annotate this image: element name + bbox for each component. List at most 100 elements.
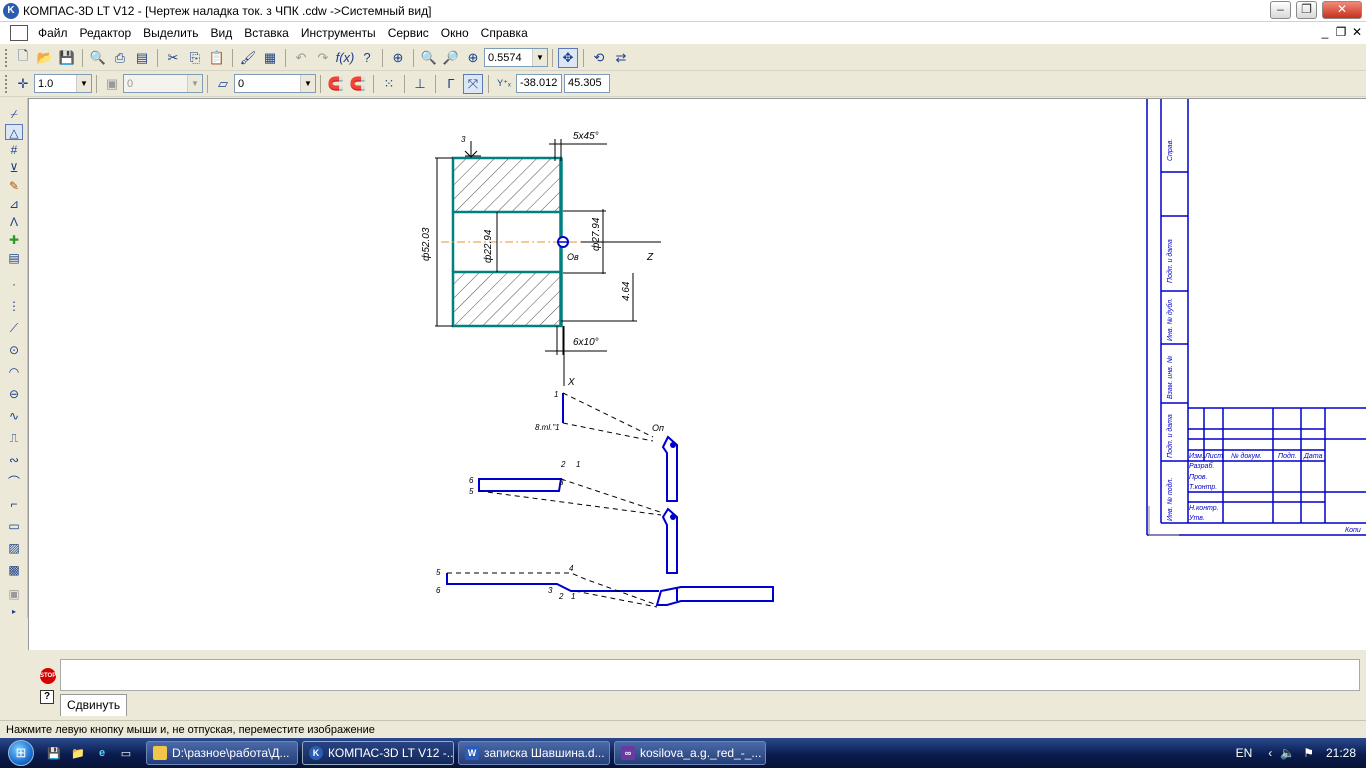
clock[interactable]: 21:28: [1326, 746, 1356, 760]
tray-expand-icon[interactable]: ‹: [1268, 746, 1272, 760]
symbols-panel-icon[interactable]: #: [5, 142, 23, 158]
copy-icon[interactable]: ⎘: [185, 48, 205, 68]
rectangle-icon[interactable]: ▭: [5, 518, 23, 534]
bezier-icon[interactable]: ∾: [5, 452, 23, 468]
menu-help[interactable]: Справка: [475, 26, 534, 40]
snap-local-icon[interactable]: 🧲: [348, 74, 368, 94]
format-painter-icon[interactable]: 🖌: [238, 48, 258, 68]
layers-icon[interactable]: ▱: [213, 74, 233, 94]
hatch-icon[interactable]: ▨: [5, 540, 23, 556]
ellipse-icon[interactable]: ⊖: [5, 386, 23, 402]
minimize-button[interactable]: –: [1270, 1, 1291, 19]
zoom-out-icon[interactable]: ⊕: [463, 48, 483, 68]
round-icon[interactable]: ⤧: [463, 73, 483, 94]
menu-service[interactable]: Сервис: [382, 26, 435, 40]
open-icon[interactable]: 📂: [35, 48, 55, 68]
zoom-all-icon[interactable]: 🔍: [419, 48, 439, 68]
fill-icon[interactable]: ▩: [5, 562, 23, 578]
function-icon[interactable]: f(x): [335, 48, 355, 68]
manager-icon[interactable]: ▤: [132, 48, 152, 68]
polyline-icon[interactable]: ⎍: [5, 430, 23, 446]
select-panel-icon[interactable]: Λ: [5, 214, 23, 230]
new-document-icon[interactable]: 🗋: [13, 48, 33, 68]
drawing-canvas[interactable]: 5x45° 6x10° ф52.03 ф22.94 ф27.94 4.64 Oв…: [28, 98, 1366, 650]
paste-icon[interactable]: 📋: [207, 48, 227, 68]
task-vs[interactable]: ∞ kosilova_a.g._red_-_...: [614, 741, 766, 765]
macro-icon[interactable]: ▣: [5, 586, 23, 602]
dimensions-panel-icon[interactable]: △: [5, 124, 23, 140]
menu-select[interactable]: Выделить: [137, 26, 204, 40]
circle-icon[interactable]: ⊙: [5, 342, 23, 358]
doc-close-button[interactable]: ✕: [1350, 25, 1364, 39]
task-kompas[interactable]: K КОМПАС-3D LT V12 -...: [302, 741, 454, 765]
arc-icon[interactable]: ◠: [5, 364, 23, 380]
redraw-icon[interactable]: ⇄: [611, 48, 631, 68]
folder-icon[interactable]: 📁: [67, 742, 89, 764]
start-button[interactable]: ⊞: [0, 738, 42, 768]
flag-icon[interactable]: ⚑: [1303, 746, 1314, 760]
tb-approved: Утв.: [1188, 515, 1205, 522]
segment-icon[interactable]: ⟋: [5, 320, 23, 336]
y-coordinate-field[interactable]: 45.305: [564, 74, 610, 93]
geometry-panel-icon[interactable]: ⌿: [5, 106, 23, 122]
stop-icon[interactable]: STOP: [40, 668, 56, 684]
print-preview-icon[interactable]: 🔍: [88, 48, 108, 68]
chamfer-icon[interactable]: ⌐: [5, 496, 23, 512]
zoom-window-icon[interactable]: ⊕: [388, 48, 408, 68]
tab-shift[interactable]: Сдвинуть: [60, 694, 128, 716]
document-icon[interactable]: [10, 25, 28, 41]
save-icon[interactable]: 💾: [57, 48, 77, 68]
close-button[interactable]: ✕: [1322, 1, 1362, 19]
total-commander-icon[interactable]: 💾: [43, 742, 65, 764]
restore-button[interactable]: ❐: [1296, 1, 1317, 19]
show-desktop-icon[interactable]: ▭: [115, 742, 137, 764]
x-coordinate-field[interactable]: -38.012: [516, 74, 562, 93]
menu-view[interactable]: Вид: [205, 26, 239, 40]
zoom-in-icon[interactable]: 🔎: [441, 48, 461, 68]
grid-icon[interactable]: ⁙: [379, 74, 399, 94]
toolbar-grip[interactable]: [5, 48, 8, 67]
parametrization-panel-icon[interactable]: ✎: [5, 178, 23, 194]
menu-edit[interactable]: Редактор: [74, 26, 138, 40]
menu-window[interactable]: Окно: [435, 26, 475, 40]
language-indicator[interactable]: EN: [1236, 746, 1253, 760]
redo-icon[interactable]: ↷: [313, 48, 333, 68]
layer-state-combo[interactable]: 0 ▼: [123, 74, 203, 93]
menu-tools[interactable]: Инструменты: [295, 26, 382, 40]
kompas-logo-icon: K: [3, 2, 19, 19]
pan-icon[interactable]: ✥: [558, 47, 578, 68]
menu-file[interactable]: Файл: [32, 26, 74, 40]
more-icon[interactable]: ▸: [5, 604, 23, 620]
help-pointer-icon[interactable]: ?: [357, 48, 377, 68]
reports-panel-icon[interactable]: ▤: [5, 250, 23, 266]
aux-line-icon[interactable]: ⋮: [5, 298, 23, 314]
zoom-combo[interactable]: 0.5574 ▼: [484, 48, 548, 67]
snap-icon[interactable]: 🧲: [326, 74, 346, 94]
visual-studio-icon: ∞: [621, 746, 635, 760]
spec-panel-icon[interactable]: ✚: [5, 232, 23, 248]
refresh-icon[interactable]: ⟲: [589, 48, 609, 68]
layer-state-icon[interactable]: ▣: [102, 74, 122, 94]
doc-restore-button[interactable]: ❐: [1334, 25, 1348, 39]
task-word[interactable]: Wзаписка Шавшина.d...: [458, 741, 610, 765]
spline-icon[interactable]: ∿: [5, 408, 23, 424]
step-combo[interactable]: 1.0 ▼: [34, 74, 92, 93]
menu-insert[interactable]: Вставка: [238, 26, 295, 40]
point-tool-icon[interactable]: ·: [5, 276, 23, 292]
task-explorer[interactable]: D:\разное\работа\Д...: [146, 741, 298, 765]
doc-minimize-button[interactable]: _: [1318, 25, 1332, 39]
cut-icon[interactable]: ✂: [163, 48, 183, 68]
ortho-icon[interactable]: Γ: [441, 74, 461, 94]
ie-icon[interactable]: e: [91, 742, 113, 764]
help-icon[interactable]: ?: [40, 690, 54, 704]
editing-panel-icon[interactable]: ⊻: [5, 160, 23, 176]
measure-panel-icon[interactable]: ⊿: [5, 196, 23, 212]
style-combo[interactable]: 0 ▼: [234, 74, 316, 93]
step-icon[interactable]: ✛: [13, 74, 33, 94]
print-icon[interactable]: ⎙: [110, 48, 130, 68]
properties-icon[interactable]: ▦: [260, 48, 280, 68]
undo-icon[interactable]: ↶: [291, 48, 311, 68]
local-cs-icon[interactable]: ⊥: [410, 74, 430, 94]
speaker-icon[interactable]: 🔈: [1280, 746, 1295, 760]
fillet-icon[interactable]: ⌒: [5, 474, 23, 490]
